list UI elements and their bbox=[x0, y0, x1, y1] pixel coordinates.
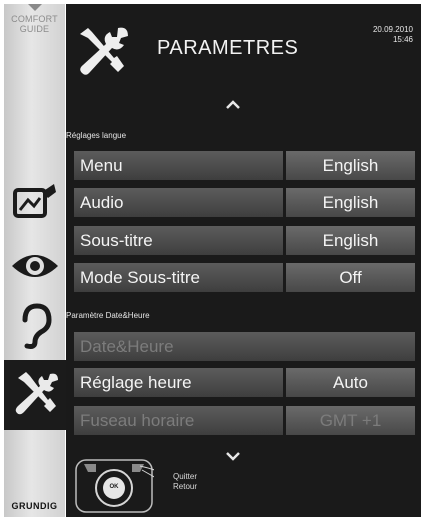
footer-legend: Quitter Retour bbox=[173, 472, 197, 492]
chevron-down-icon[interactable] bbox=[226, 451, 240, 461]
setting-value[interactable]: English bbox=[286, 188, 415, 217]
setting-value[interactable]: English bbox=[286, 226, 415, 255]
page-title: PARAMETRES bbox=[157, 37, 299, 59]
setting-row-time-zone[interactable]: Fuseau horaire GMT +1 bbox=[74, 406, 415, 435]
brand-logo: GRUNDIG bbox=[11, 501, 58, 511]
section-datetime: Paramètre Date&Heure bbox=[66, 311, 150, 320]
setting-label: Réglage heure bbox=[74, 368, 283, 397]
tools-icon bbox=[80, 27, 128, 75]
setting-row-subtitle-mode[interactable]: Mode Sous-titre Off bbox=[74, 263, 415, 292]
eye-icon bbox=[11, 255, 58, 277]
sidebar-item-audio[interactable] bbox=[4, 296, 65, 356]
sidebar: COMFORT GUIDE GRUNDIG bbox=[4, 4, 67, 517]
tv-screen: COMFORT GUIDE GRUNDIG PARAMETRES 20.09.2… bbox=[0, 0, 425, 521]
clock: 20.09.2010 15:46 bbox=[372, 25, 413, 44]
ear-icon bbox=[22, 303, 52, 349]
picture-icon bbox=[12, 184, 56, 218]
setting-value[interactable]: Off bbox=[286, 263, 415, 292]
setting-label: Menu bbox=[74, 151, 283, 180]
settings-panel: PARAMETRES 20.09.2010 15:46 Réglages lan… bbox=[66, 4, 421, 517]
setting-label: Fuseau horaire bbox=[74, 406, 283, 435]
setting-label: Audio bbox=[74, 188, 283, 217]
setting-row-menu[interactable]: Menu English bbox=[74, 151, 415, 180]
setting-row-date-time[interactable]: Date&Heure bbox=[74, 332, 415, 361]
quit-label: Quitter bbox=[173, 472, 198, 481]
sidebar-up-arrow-icon bbox=[28, 4, 42, 11]
tools-icon bbox=[15, 372, 58, 415]
setting-label: Mode Sous-titre bbox=[74, 263, 283, 292]
setting-label: Date&Heure bbox=[74, 332, 415, 361]
sidebar-item-picture[interactable] bbox=[4, 174, 65, 234]
sidebar-item-settings[interactable] bbox=[4, 360, 67, 430]
setting-value[interactable]: English bbox=[286, 151, 415, 180]
section-language: Réglages langue bbox=[66, 131, 127, 140]
setting-row-subtitle[interactable]: Sous-titre English bbox=[74, 226, 415, 255]
comfort-guide-label[interactable]: COMFORT GUIDE bbox=[4, 14, 65, 34]
chevron-up-icon[interactable] bbox=[226, 100, 240, 110]
setting-value[interactable]: GMT +1 bbox=[286, 406, 415, 435]
sidebar-item-eye[interactable] bbox=[4, 236, 65, 296]
setting-label: Sous-titre bbox=[74, 226, 283, 255]
setting-row-time-setting[interactable]: Réglage heure Auto bbox=[74, 368, 415, 397]
ok-button-label[interactable]: OK bbox=[108, 484, 120, 490]
setting-value[interactable]: Auto bbox=[286, 368, 415, 397]
back-label: Retour bbox=[173, 482, 198, 491]
setting-row-audio[interactable]: Audio English bbox=[74, 188, 415, 217]
